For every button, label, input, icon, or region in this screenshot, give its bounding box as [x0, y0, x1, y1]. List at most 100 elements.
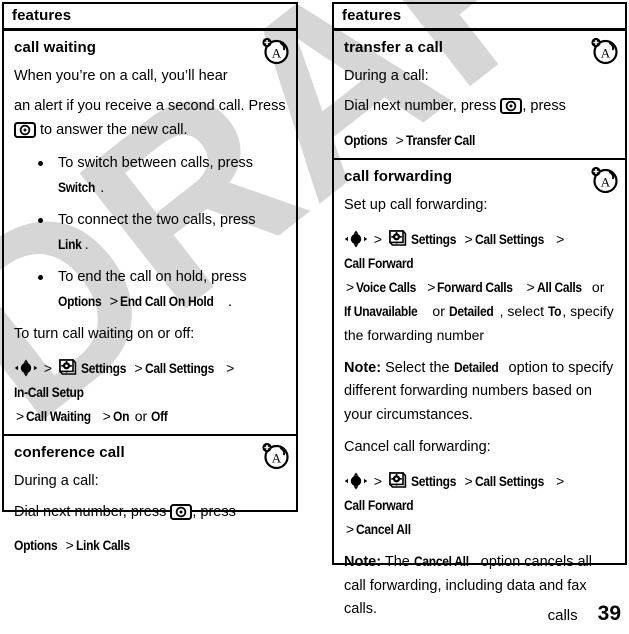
- paragraph-cancel-intro: Cancel call forwarding:: [344, 436, 615, 459]
- left-column-header: features: [4, 4, 296, 31]
- text: Dial next number, press: [14, 503, 167, 520]
- path-separator: >: [134, 359, 143, 376]
- menu-option-label: Detailed: [448, 302, 494, 319]
- menu-item-label: Call Settings: [474, 230, 544, 247]
- menu-option-label: Detailed: [453, 358, 499, 375]
- list-item: To end the call on hold, press Options > E…: [36, 266, 286, 314]
- footer-page-number: 39: [597, 602, 621, 625]
- path-separator: >: [65, 537, 74, 554]
- path-separator: >: [373, 472, 383, 489]
- path-separator: >: [16, 408, 25, 424]
- text: To end the call on hold, press: [58, 269, 247, 286]
- left-column: features A call waiting When you’re on a…: [2, 2, 298, 553]
- svg-text:A: A: [601, 46, 611, 61]
- text: or: [591, 278, 605, 295]
- text: To switch between calls, press: [58, 155, 254, 172]
- text: .: [100, 179, 105, 196]
- path-separator: >: [526, 278, 535, 295]
- menu-item-label: Call Settings: [474, 472, 544, 489]
- menu-item-label: Call Forward: [344, 496, 414, 513]
- text: .: [227, 293, 233, 310]
- softkey-label: Options: [14, 537, 58, 554]
- text: , press: [192, 503, 236, 520]
- navigation-key-icon: [14, 359, 38, 377]
- text: When you’re on a call, you’ll hear: [14, 68, 228, 84]
- path-separator: >: [102, 408, 111, 424]
- paragraph-setup-intro: Set up call forwarding:: [344, 194, 615, 217]
- send-key-icon: [14, 121, 36, 138]
- network-operator-icon: A: [260, 440, 290, 475]
- menu-item-label: Call Waiting: [26, 408, 92, 424]
- path-separator: >: [43, 359, 53, 376]
- manual-page: features A call waiting When you’re on a…: [0, 0, 629, 634]
- navigation-path-cancel-forwarding: > Settings > Call Settings >Call Forward > Ca…: [344, 469, 615, 541]
- note-label: Note:: [344, 359, 382, 376]
- menu-item-label: Forward Calls: [437, 278, 514, 295]
- menu-item-label: Transfer Call: [405, 131, 475, 148]
- menu-item-label: End Call On Hold: [120, 292, 214, 309]
- menu-option-label: To: [547, 302, 562, 319]
- text: , select: [499, 302, 544, 319]
- text: To turn call waiting on or off:: [14, 326, 195, 343]
- section-call-forwarding: A call forwarding Set up call forwarding…: [334, 158, 625, 628]
- navigation-path-conference-call: Options > Link Calls: [14, 533, 286, 557]
- text: Dial next number, press: [344, 98, 497, 115]
- menu-option-label: If Unavailable: [344, 302, 418, 319]
- menu-item-label: Settings: [410, 230, 456, 247]
- path-separator: >: [556, 230, 565, 247]
- menu-item-label: Call Forward: [344, 254, 414, 271]
- menu-item-label: Call Settings: [144, 359, 214, 376]
- navigation-path-call-waiting: > Settings > Call Settings >In-Call Setup > C…: [14, 356, 286, 428]
- text: The: [384, 554, 410, 571]
- section-title: transfer a call: [344, 39, 444, 56]
- send-key-icon: [170, 503, 193, 520]
- paragraph-during-call: During a call:: [344, 65, 615, 88]
- section-transfer-a-call: A transfer a call During a call: Dial ne…: [334, 31, 625, 158]
- menu-option-label: On: [112, 408, 130, 424]
- paragraph-intro-2: an alert if you receive a second call. P…: [14, 95, 286, 142]
- menu-option-label: Cancel All: [356, 521, 411, 538]
- send-key-icon: [500, 98, 523, 115]
- path-separator: >: [556, 472, 565, 489]
- section-title: conference call: [14, 444, 125, 462]
- path-separator: >: [427, 278, 436, 295]
- text: .: [84, 236, 89, 253]
- svg-text:A: A: [601, 175, 611, 190]
- network-operator-icon: A: [589, 35, 619, 70]
- navigation-path-call-forward-setup: > Settings > Call Settings > Call Forward > Vo…: [344, 227, 615, 347]
- paragraph-dial-next: Dial next number, press , press: [344, 95, 615, 118]
- softkey-label: Options: [344, 131, 388, 148]
- section-title: call waiting: [14, 39, 97, 56]
- call-waiting-bullet-list: To switch between calls, press Switch. T…: [14, 152, 286, 314]
- softkey-label: Switch: [58, 178, 96, 195]
- text: During a call:: [344, 68, 429, 84]
- settings-gear-icon: [388, 472, 407, 490]
- section-title: call forwarding: [344, 168, 453, 186]
- network-operator-icon: A: [260, 35, 290, 70]
- paragraph-intro-1: When you’re on a call, you’ll hear: [14, 65, 286, 88]
- menu-item-label: In-Call Setup: [14, 383, 84, 400]
- paragraph-dial-next: Dial next number, press , press: [14, 501, 286, 524]
- menu-item-label: Settings: [80, 359, 126, 376]
- menu-option-label: Off: [151, 408, 168, 424]
- page-footer: calls 39: [548, 602, 621, 626]
- menu-item-label: Settings: [410, 472, 456, 489]
- text: or: [432, 302, 445, 319]
- path-separator: >: [109, 293, 119, 310]
- note-label: Note:: [344, 554, 382, 571]
- list-item: To connect the two calls, press Link.: [36, 209, 286, 257]
- menu-item-label: Link Calls: [75, 537, 130, 554]
- footer-chapter-name: calls: [547, 607, 578, 624]
- path-separator: >: [373, 230, 383, 247]
- list-item: To switch between calls, press Switch.: [36, 152, 286, 200]
- text: During a call:: [14, 473, 99, 490]
- paragraph-toggle-intro: To turn call waiting on or off:: [14, 323, 286, 346]
- text: Select the: [385, 359, 450, 376]
- text: To connect the two calls, press: [58, 212, 256, 229]
- text: Set up call forwarding:: [344, 197, 488, 214]
- text: or: [134, 408, 148, 424]
- softkey-label: Options: [58, 292, 102, 309]
- navigation-path-transfer-call: Options > Transfer Call: [344, 128, 615, 152]
- navigation-key-icon: [344, 230, 368, 248]
- menu-item-label: Voice Calls: [356, 278, 417, 295]
